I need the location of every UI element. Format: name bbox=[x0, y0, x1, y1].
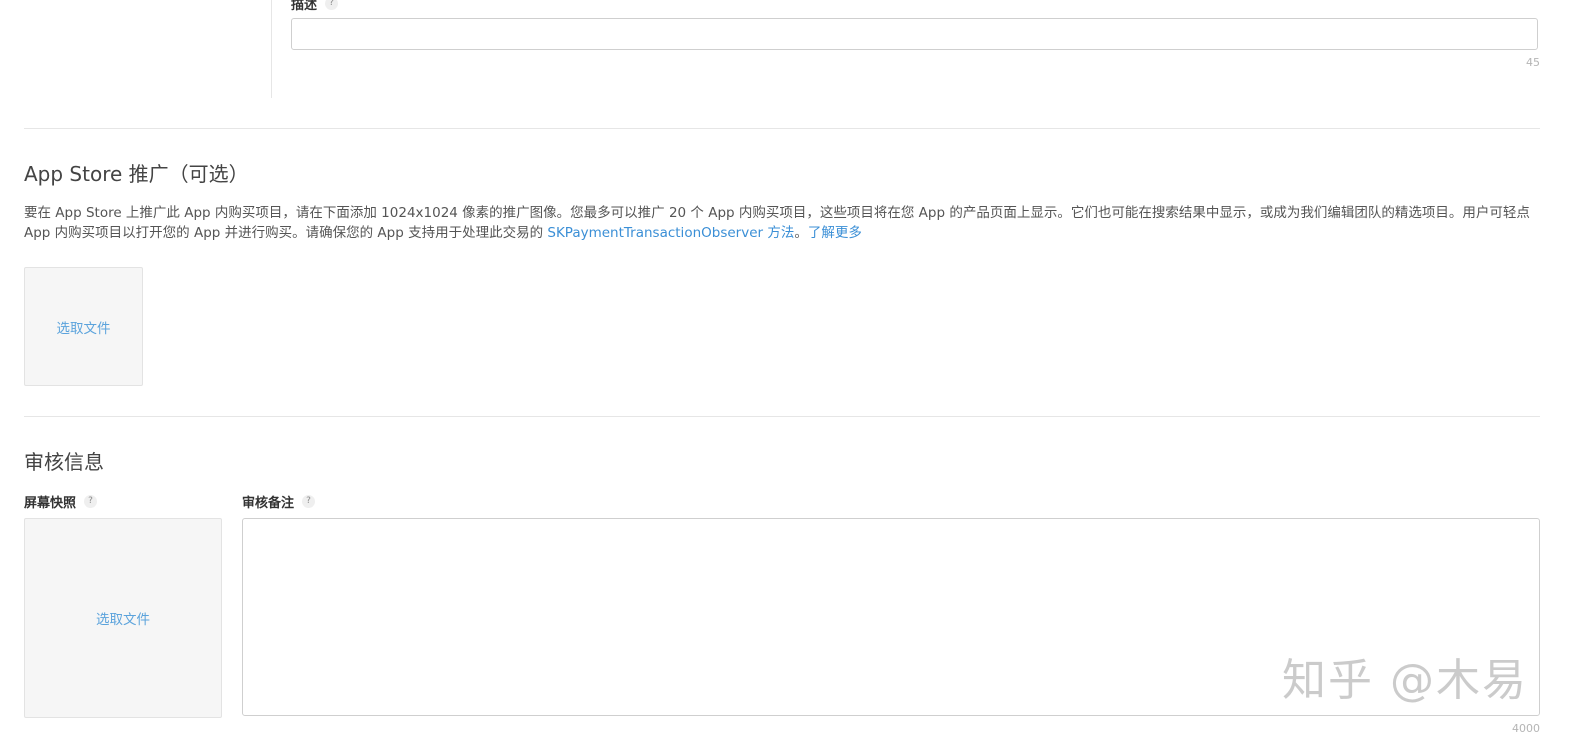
help-icon[interactable]: ? bbox=[325, 0, 339, 10]
learn-more-link[interactable]: 了解更多 bbox=[808, 225, 862, 241]
screenshot-label: 屏幕快照 ? bbox=[24, 492, 98, 511]
choose-file-button[interactable]: 选取文件 bbox=[57, 317, 111, 337]
help-icon[interactable]: ? bbox=[84, 495, 98, 508]
description-char-counter: 45 bbox=[1526, 56, 1540, 69]
review-notes-char-counter: 4000 bbox=[1512, 722, 1540, 735]
description-label-text: 描述 bbox=[291, 0, 318, 13]
promotion-image-upload[interactable]: 选取文件 bbox=[24, 267, 143, 386]
screenshot-upload[interactable]: 选取文件 bbox=[24, 518, 222, 718]
choose-file-button[interactable]: 选取文件 bbox=[96, 608, 150, 628]
review-notes-textarea[interactable] bbox=[242, 518, 1540, 716]
help-icon[interactable]: ? bbox=[302, 495, 316, 508]
promotion-separator: 。 bbox=[794, 225, 808, 241]
review-notes-label-text: 审核备注 bbox=[242, 496, 295, 511]
description-input[interactable] bbox=[291, 18, 1538, 50]
skpayment-observer-link[interactable]: SKPaymentTransactionObserver 方法 bbox=[547, 225, 794, 241]
section-divider bbox=[24, 128, 1540, 129]
promotion-description: 要在 App Store 上推广此 App 内购买项目，请在下面添加 1024x… bbox=[24, 203, 1534, 243]
promotion-section-title: App Store 推广（可选） bbox=[24, 162, 249, 186]
review-notes-label: 审核备注 ? bbox=[242, 492, 316, 511]
description-label: 描述 ? bbox=[291, 0, 339, 13]
left-column-divider bbox=[0, 0, 272, 98]
screenshot-label-text: 屏幕快照 bbox=[24, 496, 77, 511]
page: 描述 ? 45 App Store 推广（可选） 要在 App Store 上推… bbox=[0, 0, 1582, 743]
section-divider bbox=[24, 416, 1540, 417]
review-section-title: 审核信息 bbox=[24, 450, 104, 474]
